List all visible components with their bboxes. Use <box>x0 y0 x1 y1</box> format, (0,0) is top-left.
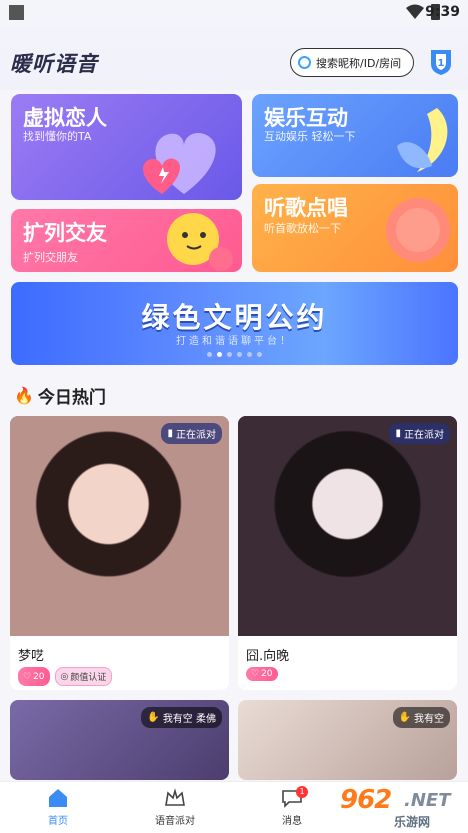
level-icon: ♡ <box>23 671 32 682</box>
nav-label: 首页 <box>48 816 68 827</box>
pagination-dot[interactable] <box>237 352 242 357</box>
certification-badge: ◎ 颜值认证 <box>54 667 113 686</box>
search-icon <box>298 56 311 69</box>
card-subtitle: 互动娱乐 轻松一下 <box>264 130 356 143</box>
banana-icon <box>397 108 448 172</box>
wifi-icon <box>406 4 424 19</box>
room-cover-image <box>10 416 229 636</box>
level-badge: ♡ 20 <box>246 667 278 681</box>
banner-title: 绿色文明公约 <box>141 301 328 334</box>
pagination-dot[interactable] <box>207 352 212 357</box>
pagination-dot[interactable] <box>217 352 222 357</box>
card-title: 听歌点唱 <box>264 196 348 220</box>
pagination-dot[interactable] <box>247 352 252 357</box>
section-title: 今日热门 <box>37 388 106 408</box>
nav-item-home[interactable]: 首页 <box>28 788 88 827</box>
home-icon <box>49 789 67 807</box>
cert-icon: ◎ <box>60 671 69 682</box>
top-header: 暖听语音 搜索昵称/ID/房间 1 <box>0 26 468 90</box>
app-title: 暖听语音 <box>10 52 98 76</box>
room-name: 囧.向晚 <box>246 649 290 664</box>
card-subtitle: 找到懂你的TA <box>23 130 92 143</box>
card-subtitle: 听首歌放松一下 <box>264 222 341 235</box>
banner-pagination <box>207 352 262 357</box>
room-status-tag: ✋ 我有空 柔佛 <box>141 707 222 728</box>
level-icon: ♡ <box>251 669 260 679</box>
card-subtitle: 扩列交朋友 <box>23 251 78 264</box>
card-title: 扩列交友 <box>23 221 107 245</box>
wave-hand-icon: ✋ <box>398 712 411 723</box>
site-watermark: 962 .NET 乐游网 <box>332 783 462 829</box>
watermark-sub: 乐游网 <box>394 815 431 829</box>
promo-banner[interactable]: 绿色文明公约 打造和谐语聊平台！ <box>11 282 458 365</box>
fire-icon: 🔥 <box>14 386 34 405</box>
room-badges: ♡ 20 <box>246 667 278 681</box>
feature-card-entertainment[interactable]: 娱乐互动 互动娱乐 轻松一下 <box>252 94 458 177</box>
emoji-bubble-icon <box>167 213 233 271</box>
feature-card-song-request[interactable]: 听歌点唱 听首歌放松一下 <box>252 184 458 272</box>
watermark-net: .NET <box>404 790 451 811</box>
pagination-dot[interactable] <box>257 352 262 357</box>
room-badges: ♡ 20 ◎ 颜值认证 <box>18 667 113 686</box>
feature-card-virtual-lover[interactable]: 虚拟恋人 找到懂你的TA <box>11 94 242 200</box>
svg-text:1: 1 <box>438 58 445 69</box>
feature-card-make-friends[interactable]: 扩列交友 扩列交朋友 <box>11 209 242 272</box>
pagination-dot[interactable] <box>227 352 232 357</box>
nav-label: 语音派对 <box>155 816 195 827</box>
music-disc-icon <box>386 198 450 262</box>
watermark-number: 962 <box>340 785 392 815</box>
level-badge: ♡ 20 <box>18 667 50 686</box>
room-status-tag: ▮ 正在派对 <box>389 423 450 444</box>
room-cover-image <box>238 416 457 636</box>
sound-wave-icon: ▮ <box>167 428 173 439</box>
ranking-icon[interactable]: 1 <box>428 48 454 76</box>
wave-hand-icon: ✋ <box>147 712 160 723</box>
section-header-hot: 🔥 今日热门 <box>14 383 106 408</box>
heart-icon <box>143 133 216 194</box>
notification-icon <box>9 5 24 20</box>
nav-label: 消息 <box>282 816 302 827</box>
nav-item-messages[interactable]: 消息 1 <box>262 786 322 827</box>
status-time: 9:39 <box>425 4 460 20</box>
search-placeholder: 搜索昵称/ID/房间 <box>316 57 402 70</box>
status-bar: 9:39 <box>0 0 468 26</box>
room-name: 梦呓 <box>18 649 45 664</box>
banner-subtitle: 打造和谐语聊平台！ <box>176 336 293 347</box>
room-status-tag: ✋ 我有空 <box>392 707 450 728</box>
nav-item-voice-party[interactable]: 语音派对 <box>145 788 205 827</box>
room-card[interactable]: ▮ 正在派对 梦呓 ♡ 20 ◎ 颜值认证 <box>10 416 229 690</box>
message-count-badge: 1 <box>296 786 308 798</box>
search-box[interactable]: 搜索昵称/ID/房间 <box>290 48 414 77</box>
room-card[interactable]: ✋ 我有空 <box>238 700 457 780</box>
room-status-tag: ▮ 正在派对 <box>161 423 222 444</box>
room-card[interactable]: ▮ 正在派对 囧.向晚 ♡ 20 <box>238 416 457 690</box>
room-card[interactable]: ✋ 我有空 柔佛 <box>10 700 229 780</box>
crown-icon <box>165 788 185 806</box>
sound-wave-icon: ▮ <box>395 428 401 439</box>
